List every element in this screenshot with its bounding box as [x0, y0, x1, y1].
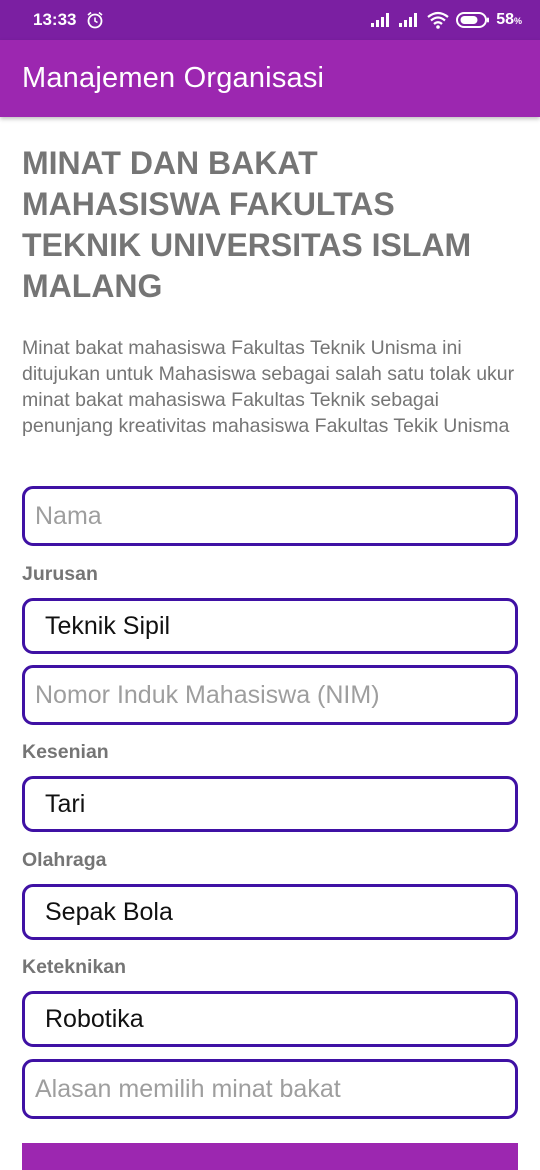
keteknikan-spinner[interactable]: Robotika: [22, 991, 518, 1047]
olahraga-label: Olahraga: [22, 849, 107, 871]
olahraga-value: Sepak Bola: [45, 897, 173, 926]
nama-field[interactable]: [22, 486, 518, 546]
alasan-input[interactable]: [25, 1074, 515, 1104]
form-title: MINAT DAN BAKAT MAHASISWA FAKULTAS TEKNI…: [22, 145, 472, 304]
alarm-icon: [86, 11, 104, 29]
kesenian-value: Tari: [45, 789, 86, 818]
battery-icon: [456, 11, 490, 29]
form-content[interactable]: MINAT DAN BAKAT MAHASISWA FAKULTAS TEKNI…: [0, 117, 540, 1170]
keteknikan-label: Keteknikan: [22, 956, 127, 978]
signal-icon: [398, 12, 420, 28]
status-right: 58%: [370, 11, 522, 29]
alasan-field[interactable]: [22, 1059, 518, 1119]
submit-button[interactable]: [22, 1143, 518, 1170]
nim-field[interactable]: [22, 665, 518, 725]
status-bar: 13:33 58%: [0, 0, 540, 40]
nama-input[interactable]: [25, 501, 515, 531]
battery-percent: 58%: [496, 11, 522, 28]
form-description: Minat bakat mahasiswa Fakultas Teknik Un…: [22, 337, 515, 437]
nim-input[interactable]: [25, 680, 515, 710]
jurusan-spinner[interactable]: Teknik Sipil: [22, 598, 518, 654]
keteknikan-value: Robotika: [45, 1004, 144, 1033]
kesenian-spinner[interactable]: Tari: [22, 776, 518, 832]
app-bar: Manajemen Organisasi: [0, 40, 540, 117]
jurusan-label: Jurusan: [22, 563, 98, 585]
olahraga-spinner[interactable]: Sepak Bola: [22, 884, 518, 940]
status-left: 13:33: [33, 10, 104, 30]
wifi-icon: [426, 11, 450, 29]
kesenian-label: Kesenian: [22, 741, 109, 763]
jurusan-value: Teknik Sipil: [45, 611, 171, 640]
signal-icon: [370, 12, 392, 28]
status-time: 13:33: [33, 10, 77, 29]
app-title: Manajemen Organisasi: [22, 62, 325, 94]
